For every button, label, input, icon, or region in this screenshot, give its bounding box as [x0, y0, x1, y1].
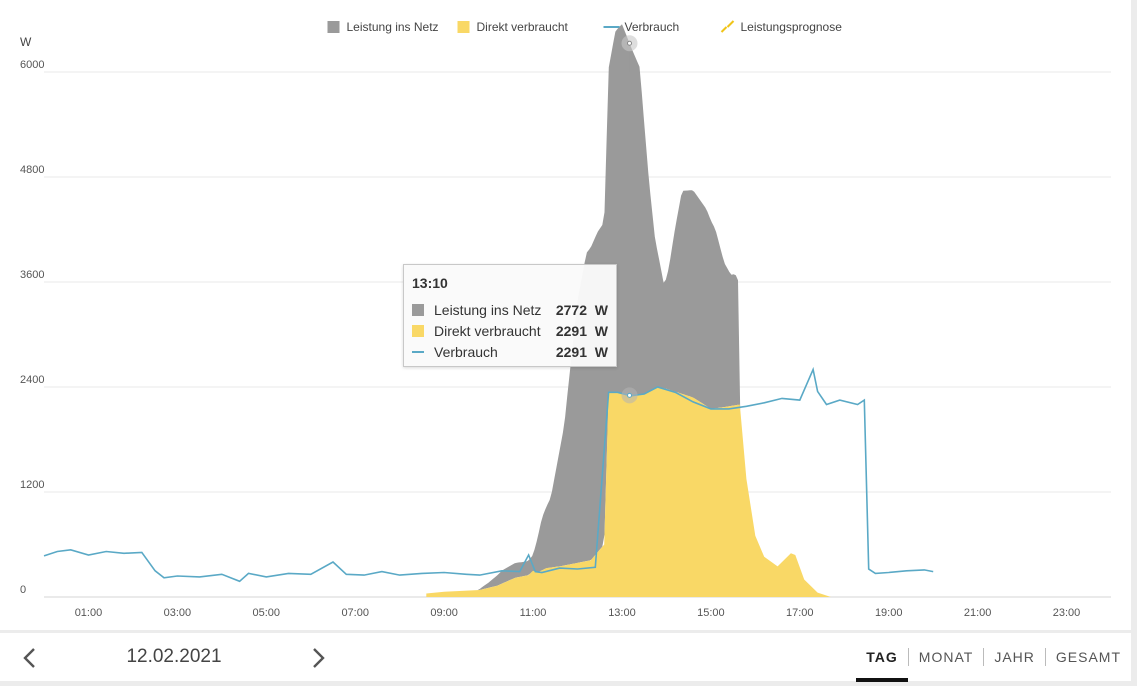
y-tick-label: 1200	[20, 479, 44, 491]
legend-swatch-leistung-ins-netz	[327, 21, 340, 33]
x-tick-label: 19:00	[875, 607, 903, 619]
chart-tooltip: 13:10 Leistung ins Netz 2772 W Direkt ve…	[403, 264, 617, 367]
legend-swatch-leistungsprognose-b	[726, 20, 735, 28]
legend-swatch-direkt-verbraucht	[457, 21, 470, 33]
x-tick-label: 03:00	[164, 607, 192, 619]
tab-tag[interactable]: TAG	[856, 633, 908, 682]
netz-swatch	[412, 303, 424, 316]
date-navigation-bar: 12.02.2021 TAG MONAT JAHR GESAMT	[0, 633, 1131, 682]
tooltip-time: 13:10	[412, 275, 448, 291]
x-tick-label: 21:00	[964, 607, 992, 619]
tooltip-row-direkt: Direkt verbraucht 2291 W	[412, 320, 608, 341]
x-tick-label: 05:00	[253, 607, 281, 619]
x-tick-label: 13:00	[608, 607, 636, 619]
legend-swatch-leistungsprognose	[720, 26, 728, 33]
x-tick-label: 15:00	[697, 607, 725, 619]
previous-date-button[interactable]	[15, 643, 45, 673]
tooltip-row-label: Leistung ins Netz	[434, 301, 542, 318]
y-tick-label: 6000	[20, 59, 44, 71]
tooltip-row-value: 2772 W	[555, 301, 608, 318]
legend-label-leistung-ins-netz: Leistung ins Netz	[347, 20, 439, 34]
tooltip-row-value: 2291 W	[555, 343, 608, 360]
chevron-right-icon	[313, 648, 325, 668]
y-tick-label: 4800	[20, 164, 44, 176]
y-axis-unit: W	[20, 35, 32, 49]
tab-monat[interactable]: MONAT	[909, 633, 984, 681]
legend-label-leistungsprognose: Leistungsprognose	[741, 20, 843, 34]
x-tick-label: 23:00	[1053, 607, 1081, 619]
legend-label-direkt-verbraucht: Direkt verbraucht	[477, 20, 569, 34]
current-date[interactable]: 12.02.2021	[118, 645, 230, 669]
tooltip-row-value: 2291 W	[555, 322, 608, 339]
y-tick-label: 0	[20, 584, 26, 596]
y-tick-label: 2400	[20, 374, 44, 386]
x-tick-label: 17:00	[786, 607, 814, 619]
verbrauch-swatch	[412, 350, 424, 353]
next-date-button[interactable]	[303, 643, 333, 673]
x-tick-label: 07:00	[341, 607, 369, 619]
legend-label-verbrauch: Verbrauch	[625, 20, 680, 34]
tooltip-row-netz: Leistung ins Netz 2772 W	[412, 299, 608, 320]
chevron-left-icon	[23, 648, 35, 668]
tab-gesamt[interactable]: GESAMT	[1046, 633, 1131, 681]
direkt-swatch	[412, 324, 424, 337]
x-tick-label: 09:00	[430, 607, 458, 619]
period-tabs: TAG MONAT JAHR GESAMT	[856, 633, 1131, 682]
verbrauch-line	[43, 366, 934, 583]
x-tick-label: 11:00	[520, 607, 547, 619]
tooltip-row-label: Verbrauch	[434, 343, 498, 360]
tooltip-row-label: Direkt verbraucht	[434, 322, 541, 339]
x-tick-label: 01:00	[75, 607, 103, 619]
y-tick-label: 3600	[20, 269, 44, 281]
hover-marker-direkt-dot	[627, 392, 633, 398]
tooltip-row-verbrauch: Verbrauch 2291 W	[412, 341, 608, 362]
tab-jahr[interactable]: JAHR	[984, 633, 1045, 681]
hover-marker-netz-dot	[627, 40, 633, 46]
chart-card: W 0 1200 2400 3600 4800 6000 01:00 03:00 05:00 07:…	[0, 0, 1131, 630]
